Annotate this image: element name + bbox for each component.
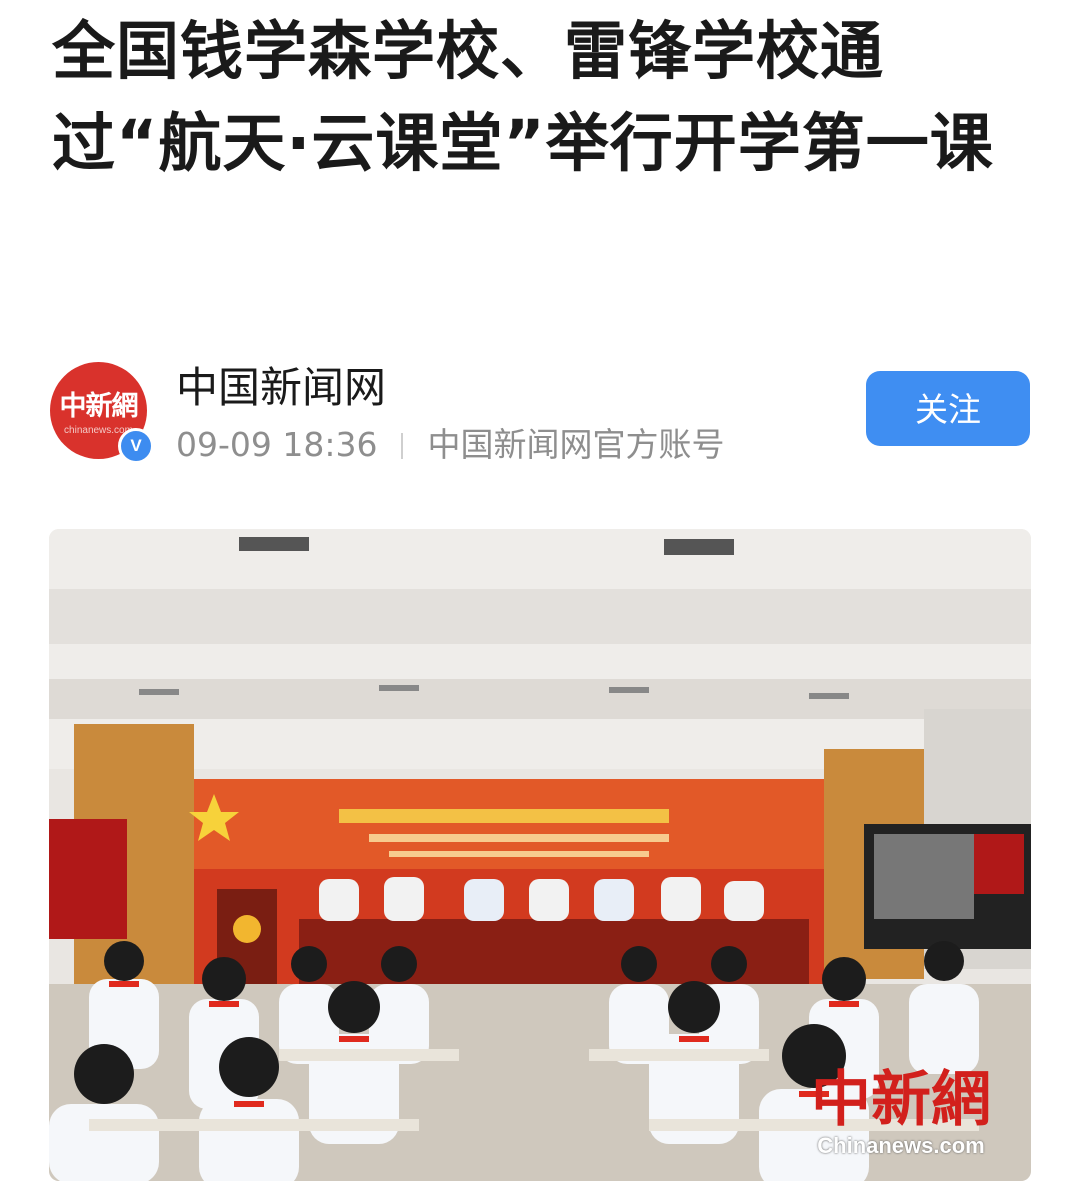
article-photo[interactable]: 中新網 Chinanews.com [49,529,1031,1181]
verified-icon: V [118,428,154,464]
post-meta: 09-09 18:36 中国新闻网官方账号 [176,422,724,468]
watermark: 中新網 Chinanews.com [811,1067,991,1159]
account-description: 中国新闻网官方账号 [427,425,725,464]
post-time: 09-09 18:36 [176,425,378,464]
follow-button[interactable]: 关注 [866,371,1030,446]
watermark-site: Chinanews.com [817,1133,985,1158]
meta-divider [401,433,404,459]
article-title: 全国钱学森学校、雷锋学校通过“航天·云课堂”举行开学第一课 [52,15,994,180]
watermark-logo: 中新網 [811,1065,991,1135]
account-name[interactable]: 中国新闻网 [176,360,386,416]
avatar-logo-text: 中新網 [59,391,139,422]
